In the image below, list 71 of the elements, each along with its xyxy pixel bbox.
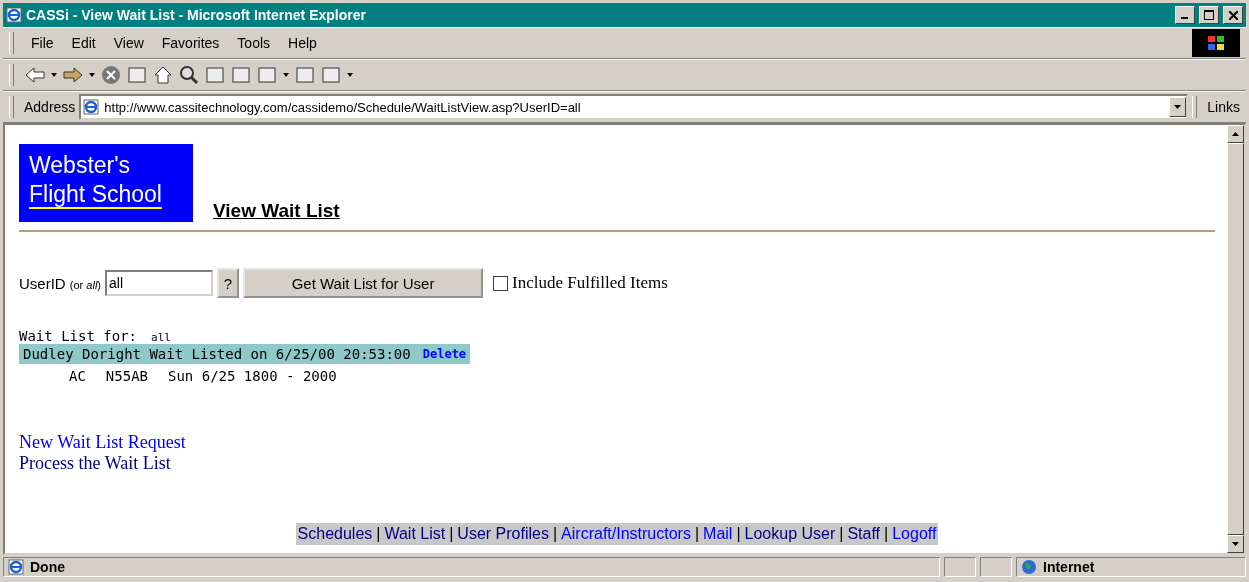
school-logo: Webster's Flight School [19,144,193,222]
caret-icon[interactable] [346,71,354,79]
browser-icon [6,7,22,23]
menu-item[interactable]: Edit [64,35,103,51]
status-pane: Done [3,557,940,577]
separator: | [376,525,381,543]
back-arrow-icon[interactable] [24,64,46,86]
links-button[interactable]: Links [1207,99,1240,115]
separator: | [552,525,558,543]
caret-icon[interactable] [50,71,58,79]
home-icon[interactable] [152,64,174,86]
wait-list-entry: Dudley Doright Wait Listed on 6/25/00 20:53:00 Delete [19,344,471,364]
globe-icon [1021,559,1037,575]
down-arrow-icon [1232,542,1239,546]
page-link[interactable]: New Wait List Request [19,432,186,453]
separator: | [449,525,454,543]
close-button[interactable] [1223,6,1243,24]
entry-detail: AC [69,368,86,384]
menu-item[interactable]: Tools [230,35,278,51]
menu-item[interactable]: Favorites [154,35,227,51]
windows-logo-icon [1192,29,1240,57]
nav-link[interactable]: Schedules [297,525,373,543]
wait-list-label: Wait List for: [19,328,137,344]
nav-link[interactable]: Lookup User [744,525,836,543]
page-icon [83,99,100,115]
zone-pane: Internet [1016,557,1246,577]
maximize-button[interactable] [1199,6,1219,24]
get-wait-list-button[interactable]: Get Wait List for User [243,268,484,298]
scroll-down-button[interactable] [1227,535,1244,553]
up-arrow-icon [1232,132,1239,136]
menu-item[interactable]: Help [281,35,324,51]
separator: | [884,525,889,543]
maximize-icon [1204,10,1214,20]
entry-detail: N55AB [105,368,148,384]
minimize-button[interactable] [1175,6,1195,24]
search-icon[interactable] [178,64,200,86]
page-link[interactable]: Process the Wait List [19,453,171,474]
close-icon [1228,10,1238,20]
nav-link[interactable]: User Profiles [457,525,549,543]
caret-icon[interactable] [282,71,290,79]
separator: | [839,525,844,543]
nav-link[interactable]: Wait List [384,525,446,543]
page-heading: View Wait List [213,200,340,222]
caret-icon[interactable] [88,71,96,79]
nav-link[interactable]: Aircraft/Instructors [561,525,691,543]
separator: | [736,525,741,543]
dropdown-button[interactable] [1169,97,1187,117]
help-button[interactable]: ? [217,268,240,298]
userid-field[interactable]: all [105,270,214,296]
nav-link[interactable]: Logoff [892,525,937,543]
separator: | [694,525,700,543]
delete-link[interactable]: Delete [422,347,467,361]
address-label: Address [24,99,76,115]
caret-icon [1174,105,1182,109]
forward-arrow-icon[interactable] [62,64,84,86]
menu-item[interactable]: File [24,35,61,51]
status-pane [980,557,1012,577]
user-value: all [151,331,171,344]
nav-link[interactable]: Staff [847,525,881,543]
entry-detail: Sun 6/25 1800 - 2000 [168,368,337,384]
stop-icon[interactable] [100,64,122,86]
status-pane [944,557,976,577]
window-title: CASSi - View Wait List - Microsoft Internet Explorer [26,7,367,23]
nav-link[interactable]: Mail [703,525,733,543]
checkbox-label: Include Fulfilled Items [512,273,668,293]
page-icon [8,559,24,575]
menu-item[interactable]: View [106,35,151,51]
address-field[interactable]: http://www.cassitechnology.com/cassidemo/Schedule/WaitListView.asp?UserID=all [79,94,1189,120]
checkbox[interactable] [493,275,509,291]
userid-label: UserID (or all) [19,274,102,292]
scroll-up-button[interactable] [1227,125,1244,143]
